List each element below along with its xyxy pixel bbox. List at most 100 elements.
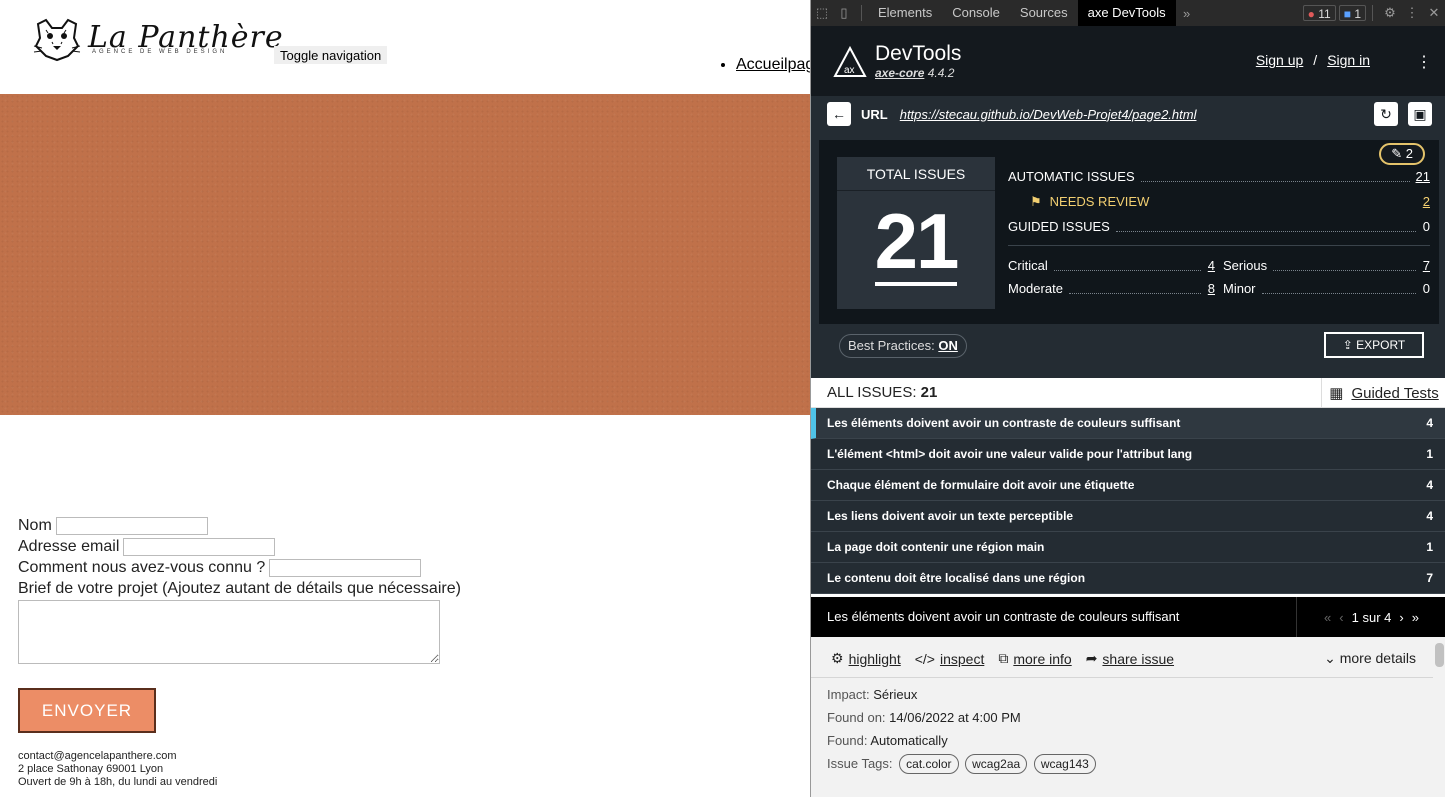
issue-tag: wcag2aa xyxy=(965,754,1028,774)
issue-detail-title: Les éléments doivent avoir un contraste … xyxy=(827,609,1180,624)
issue-count: 1 xyxy=(1426,540,1433,554)
highlight-label: highlight xyxy=(848,650,901,667)
issue-count: 4 xyxy=(1426,416,1433,430)
last-page-icon[interactable]: » xyxy=(1412,610,1419,625)
inspect-element-icon[interactable]: ⬚ xyxy=(811,0,833,26)
settings-gear-icon[interactable]: ⚙ xyxy=(1379,0,1401,26)
serious-count[interactable]: 7 xyxy=(1422,258,1430,273)
highlight-button[interactable]: ⚙ highlight xyxy=(831,650,901,667)
customize-menu-icon[interactable]: ⋮ xyxy=(1401,0,1423,26)
email-input[interactable] xyxy=(123,537,276,556)
source-label: Comment nous avez-vous connu ? xyxy=(18,558,266,576)
more-details-toggle[interactable]: ⌄ more details xyxy=(1324,650,1416,667)
hero-banner xyxy=(0,94,810,415)
url-label: URL xyxy=(861,106,888,122)
pencil-icon: ✎ xyxy=(1391,146,1403,161)
total-issues-count[interactable]: 21 xyxy=(874,200,959,286)
nav-link-accueil[interactable]: Accueilpag xyxy=(736,56,810,73)
site-logo[interactable]: La Panthère AGENCE DE WEB DESIGN xyxy=(32,16,284,62)
rescan-icon[interactable]: ↻ xyxy=(1374,102,1398,126)
error-count-badge[interactable]: ● 11 xyxy=(1302,5,1336,21)
minor-label: Minor xyxy=(1223,281,1256,296)
more-tabs-icon[interactable]: » xyxy=(1176,0,1198,26)
tab-elements[interactable]: Elements xyxy=(868,0,942,26)
issue-row[interactable]: Le contenu doit être localisé dans une r… xyxy=(811,563,1445,594)
issue-count: 4 xyxy=(1426,478,1433,492)
issue-tags-label: Issue Tags: xyxy=(827,756,893,771)
issue-row[interactable]: L'élément <html> doit avoir une valeur v… xyxy=(811,439,1445,470)
scrollbar-thumb[interactable] xyxy=(1435,643,1444,667)
share-issue-button[interactable]: ➦ share issue xyxy=(1086,650,1174,667)
critical-count[interactable]: 4 xyxy=(1207,258,1215,273)
footer-email: contact@agencelapanthere.com xyxy=(18,750,177,762)
issue-name: La page doit contenir une région main xyxy=(827,540,1045,554)
impact-label: Impact: xyxy=(827,687,870,702)
prev-page-icon[interactable]: ‹ xyxy=(1339,610,1343,625)
devtools-panel: ⬚ ▯ Elements Console Sources axe DevTool… xyxy=(810,0,1445,797)
tab-console[interactable]: Console xyxy=(942,0,1010,26)
brief-label: Brief de votre projet (Ajoutez autant de… xyxy=(18,580,461,597)
issue-row[interactable]: La page doit contenir une région main 1 xyxy=(811,532,1445,563)
inspect-button[interactable]: </> inspect xyxy=(915,650,985,667)
email-label: Adresse email xyxy=(18,537,120,555)
moderate-count[interactable]: 8 xyxy=(1207,281,1215,296)
name-label: Nom xyxy=(18,516,52,534)
issue-count: 4 xyxy=(1426,509,1433,523)
toggle-navigation-button[interactable]: Toggle navigation xyxy=(274,46,388,64)
source-input[interactable] xyxy=(269,558,422,577)
footer-address: 2 place Sathonay 69001 Lyon xyxy=(18,763,164,775)
name-input[interactable] xyxy=(55,516,208,535)
save-icon[interactable]: ▣ xyxy=(1408,102,1432,126)
axe-title: DevTools xyxy=(875,42,962,65)
all-issues-header: ALL ISSUES: 21 ▦ Guided Tests xyxy=(811,378,1445,408)
guided-tests-button[interactable]: ▦ Guided Tests xyxy=(1321,378,1445,408)
needs-review-badge[interactable]: ✎ 2 xyxy=(1379,143,1425,165)
issue-count: 1 xyxy=(1426,447,1433,461)
highlight-icon: ⚙ xyxy=(831,650,844,666)
needs-review-count[interactable]: 2 xyxy=(1422,194,1430,209)
total-issues-label: TOTAL ISSUES xyxy=(837,157,995,191)
automatic-issues-count[interactable]: 21 xyxy=(1416,169,1430,184)
all-issues-count: 21 xyxy=(920,384,938,401)
code-icon: </> xyxy=(914,650,935,667)
nav-item-accueil: Accueilpag xyxy=(736,56,810,74)
flag-icon: ⚑ xyxy=(1030,193,1042,209)
critical-label: Critical xyxy=(1008,258,1048,273)
website-viewport: La Panthère AGENCE DE WEB DESIGN Toggle … xyxy=(0,0,810,797)
issue-row[interactable]: Les liens doivent avoir un texte percept… xyxy=(811,501,1445,532)
scanned-url-link[interactable]: https://stecau.github.io/DevWeb-Projet4/… xyxy=(900,107,1197,122)
message-count-badge[interactable]: ■ 1 xyxy=(1338,5,1366,21)
axe-core-link[interactable]: axe-core xyxy=(875,66,924,80)
issue-name: Chaque élément de formulaire doit avoir … xyxy=(827,478,1135,492)
back-arrow-icon[interactable]: ← xyxy=(827,102,851,126)
kebab-menu-icon[interactable]: ⋮ xyxy=(1416,52,1432,72)
send-button[interactable]: ENVOYER xyxy=(18,688,156,733)
panther-icon xyxy=(33,18,81,62)
close-devtools-icon[interactable]: ✕ xyxy=(1423,0,1445,26)
device-toolbar-icon[interactable]: ▯ xyxy=(833,0,855,26)
moderate-label: Moderate xyxy=(1008,281,1063,296)
message-count: 1 xyxy=(1354,7,1361,21)
guided-issues-count: 0 xyxy=(1422,219,1430,234)
axe-header: ax DevTools axe-core 4.4.2 Sign up / Sig… xyxy=(811,26,1445,96)
needs-review-label: NEEDS REVIEW xyxy=(1049,193,1150,209)
first-page-icon[interactable]: « xyxy=(1324,610,1331,625)
brief-textarea[interactable] xyxy=(18,600,440,664)
export-button[interactable]: ⇪ EXPORT xyxy=(1324,332,1424,358)
more-info-button[interactable]: ⧉ more info xyxy=(998,650,1071,667)
sign-up-link[interactable]: Sign up xyxy=(1256,52,1303,68)
issue-count: 7 xyxy=(1426,571,1433,585)
external-link-icon: ⧉ xyxy=(998,650,1009,666)
more-info-label: more info xyxy=(1013,650,1072,667)
issue-detail-header: Les éléments doivent avoir un contraste … xyxy=(811,597,1445,637)
export-label: EXPORT xyxy=(1356,338,1406,352)
grid-icon: ▦ xyxy=(1329,385,1344,402)
issue-row[interactable]: Chaque élément de formulaire doit avoir … xyxy=(811,470,1445,501)
tab-axe-devtools[interactable]: axe DevTools xyxy=(1077,0,1176,26)
tab-sources[interactable]: Sources xyxy=(1010,0,1078,26)
sign-in-link[interactable]: Sign in xyxy=(1327,52,1370,68)
issue-row[interactable]: Les éléments doivent avoir un contraste … xyxy=(811,408,1445,439)
best-practices-toggle[interactable]: Best Practices: ON xyxy=(839,334,967,358)
impact-value: Sérieux xyxy=(873,687,918,702)
next-page-icon[interactable]: › xyxy=(1399,610,1403,625)
